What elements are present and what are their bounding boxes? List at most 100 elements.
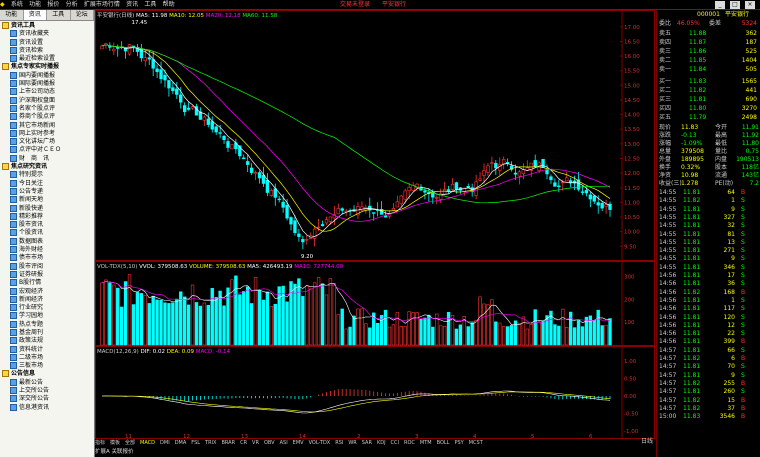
sidebar-item[interactable]: 股市资讯: [2, 221, 94, 229]
indicator-tab-rsi[interactable]: RSI: [335, 440, 343, 446]
sidebar-item[interactable]: 国内要闻播报: [2, 71, 94, 80]
indicator-tab-dma[interactable]: DMA: [175, 440, 187, 446]
sidebar-item[interactable]: 公告专递: [2, 187, 94, 196]
sidebar-item[interactable]: B股行情: [2, 279, 94, 287]
sidebar-item[interactable]: 资讯设置: [2, 38, 94, 47]
indicator-tab-mtm[interactable]: MTM: [420, 440, 432, 446]
tab-info[interactable]: 资讯: [23, 10, 47, 20]
tick-price: 11.81: [683, 371, 701, 379]
menu-item-help[interactable]: 帮助: [163, 0, 175, 9]
sidebar-item[interactable]: 新闻经济: [2, 295, 94, 304]
volume-bar: [151, 295, 155, 346]
indicator-tab-obv[interactable]: OBV: [264, 440, 275, 446]
indicator-tab-vr[interactable]: VR: [252, 440, 259, 446]
sidebar-item[interactable]: 今日关注: [2, 179, 94, 188]
sidebar-item[interactable]: 海外财经: [2, 246, 94, 254]
indicator-tab-macd[interactable]: MACD: [140, 440, 155, 446]
tab-forum[interactable]: 论坛: [71, 10, 94, 20]
indicator-tab-模板[interactable]: 模板: [110, 440, 120, 446]
sidebar-item[interactable]: 学习园地: [2, 312, 94, 320]
menu-bar: ◆ 系统 功能 报价 分析 扩展市场行情 资讯 工具 帮助 交易未登录 平安银行…: [0, 0, 760, 10]
sidebar-item[interactable]: 网上实时参考: [2, 129, 94, 138]
close-icon[interactable]: ×: [745, 1, 755, 9]
sidebar-item[interactable]: 信息港资讯: [2, 403, 94, 412]
indicator-tab-fsl[interactable]: FSL: [191, 440, 200, 446]
stock-name-link[interactable]: 平安银行: [382, 0, 406, 9]
sidebar-item[interactable]: 其它市场新闻: [2, 121, 94, 130]
daily-tab-label[interactable]: 日线: [641, 438, 657, 446]
candle-body: [202, 116, 207, 121]
sidebar-item[interactable]: 资料统计: [2, 345, 94, 354]
tab-tools[interactable]: 工具: [47, 10, 71, 20]
indicator-tab-brar[interactable]: BRAR: [221, 440, 235, 446]
candle-body: [324, 219, 329, 224]
trade-login-link[interactable]: 交易未登录: [340, 0, 370, 9]
volume-bar: [312, 282, 317, 346]
maximize-icon[interactable]: □: [730, 1, 740, 9]
indicator-tab-vol-tdx[interactable]: VOL-TDX: [309, 440, 331, 446]
indicator-tab-cci[interactable]: CCI: [391, 440, 399, 446]
sidebar-item[interactable]: 点评中对ＣＥＯ: [2, 146, 94, 154]
tick-time: 14:55: [659, 213, 677, 221]
indicator-tab-cr[interactable]: CR: [240, 440, 247, 446]
indicator-tab-全部[interactable]: 全部: [125, 440, 135, 446]
indicator-tab-asi[interactable]: ASI: [280, 440, 288, 446]
sidebar-item[interactable]: 股市评阅: [2, 262, 94, 271]
indicator-tab-psy[interactable]: PSY: [454, 440, 463, 446]
sidebar-item[interactable]: 新闻天地: [2, 196, 94, 204]
sidebar-item[interactable]: 热点专题: [2, 320, 94, 329]
sidebar-item[interactable]: 宏观经济: [2, 287, 94, 296]
minimize-icon[interactable]: _: [715, 1, 725, 9]
menu-item-system[interactable]: 系统: [11, 0, 23, 9]
tick-row: 14:56 11.81 17 S: [659, 272, 759, 280]
sidebar-item[interactable]: 精彩推荐: [2, 212, 94, 221]
sidebar-item[interactable]: 最新公告: [2, 378, 94, 387]
sidebar-group[interactable]: 公告信息: [2, 370, 94, 378]
sidebar-item[interactable]: 深交所公告: [2, 395, 94, 403]
sidebar-item[interactable]: 政策法规: [2, 337, 94, 345]
indicator-tab-wr[interactable]: WR: [348, 440, 356, 446]
sidebar-item[interactable]: 沪深期权盘面: [2, 96, 94, 105]
indicator-tab-roc[interactable]: ROC: [404, 440, 415, 446]
indicator-tab-kdj[interactable]: KDJ: [377, 440, 386, 446]
document-icon: [10, 204, 17, 212]
menu-item-info[interactable]: 资讯: [126, 0, 138, 9]
sidebar-item[interactable]: 上市公司动态: [2, 88, 94, 96]
indicator-tab-trix[interactable]: TRIX: [205, 440, 216, 446]
menu-item-extended-market[interactable]: 扩展市场行情: [84, 0, 120, 9]
indicator-tab-emv[interactable]: EMV: [293, 440, 304, 446]
sidebar-item[interactable]: 债市市场: [2, 254, 94, 262]
indicator-tab-mcst[interactable]: MCST: [469, 440, 483, 446]
tab-function[interactable]: 功能: [0, 10, 24, 20]
sidebar-item[interactable]: 资讯检索: [2, 46, 94, 55]
menu-item-analysis[interactable]: 分析: [66, 0, 78, 9]
tick-time: 14:55: [659, 222, 677, 230]
sidebar-item[interactable]: 证券研报: [2, 270, 94, 279]
sidebar-item[interactable]: 新股快递: [2, 204, 94, 213]
indicator-tab-sar[interactable]: SAR: [362, 440, 372, 446]
sidebar-item[interactable]: 数据图表: [2, 237, 94, 246]
indicator-tab-指标[interactable]: 指标: [95, 440, 105, 446]
tick-row: 14:55 11.81 32 S: [659, 222, 759, 230]
sidebar-item[interactable]: 基金周刊: [2, 328, 94, 337]
kline-chart-svg[interactable]: 17.00 16.50 16.00 15.50 15.00 14.50 14.00 13.50…: [95, 10, 655, 439]
sidebar-item[interactable]: 行业研究: [2, 304, 94, 312]
sidebar-item[interactable]: 资讯收藏夹: [2, 30, 94, 38]
menu-item-quote[interactable]: 报价: [47, 0, 59, 9]
indicator-tab-boll[interactable]: BOLL: [437, 440, 450, 446]
volume-bar: [375, 323, 380, 346]
chart-area[interactable]: 17.00 16.50 16.00 15.50 15.00 14.50 14.00 13.50…: [95, 10, 655, 457]
sidebar-item[interactable]: 财 商 讯: [2, 154, 94, 163]
sidebar-group[interactable]: 焦点专家实时播报: [2, 63, 94, 71]
indicator-tab-dmi[interactable]: DMI: [160, 440, 170, 446]
sidebar-item[interactable]: 二级市场: [2, 353, 94, 362]
sidebar-item[interactable]: 个股资讯: [2, 229, 94, 237]
sidebar-item[interactable]: 券商个股点评: [2, 113, 94, 121]
menu-item-tools[interactable]: 工具: [144, 0, 156, 9]
sidebar-group[interactable]: 焦点研究资讯: [2, 163, 94, 171]
menu-item-function[interactable]: 功能: [29, 0, 41, 9]
sidebar-item[interactable]: 特别提示: [2, 171, 94, 179]
volume-bar: [139, 293, 144, 346]
quote-row: 外盘 189895 内盘 190513: [659, 156, 759, 164]
price-axis-label: 17.00: [624, 25, 640, 31]
